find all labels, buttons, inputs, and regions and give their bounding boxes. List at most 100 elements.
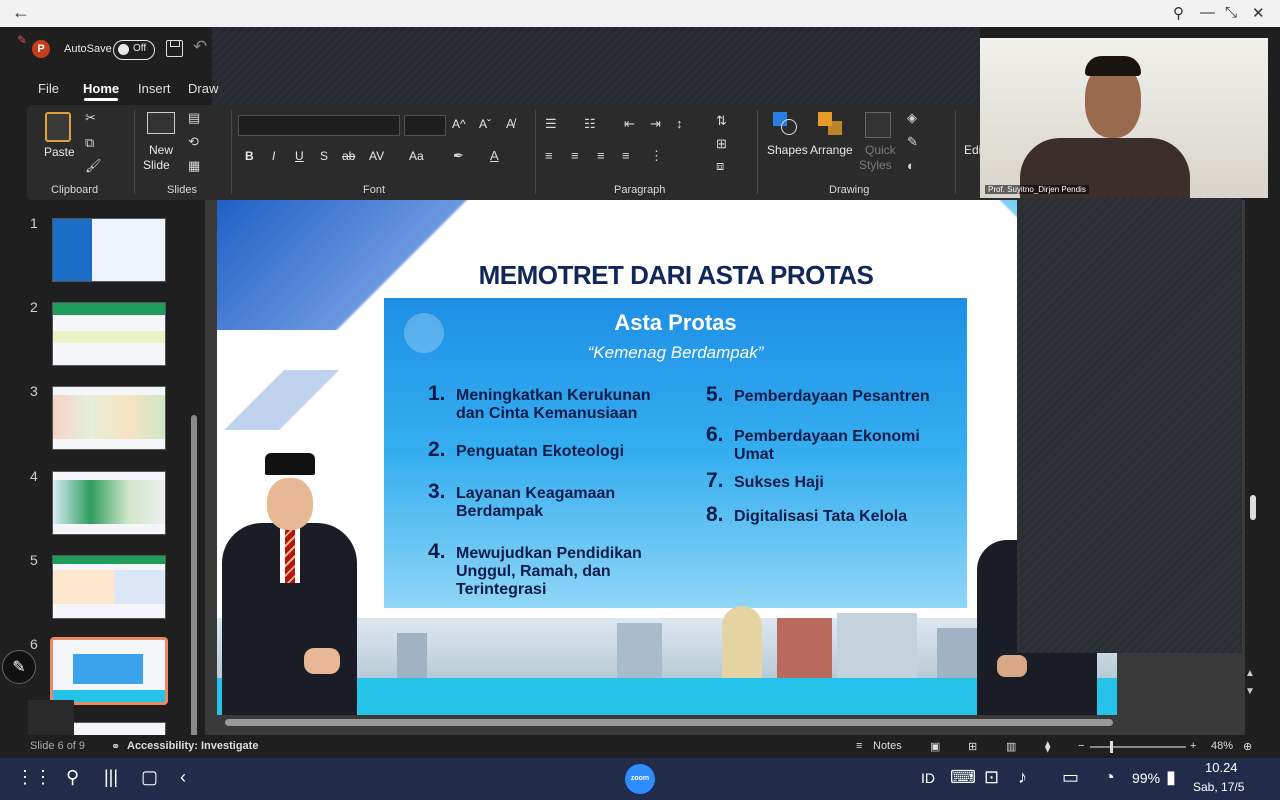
- slide-thumbnail[interactable]: [52, 471, 166, 535]
- reset-icon[interactable]: ⟲: [188, 134, 199, 150]
- grow-font-button[interactable]: A^: [452, 117, 466, 131]
- close-button[interactable]: ✕: [1252, 4, 1265, 22]
- slideshow-icon[interactable]: ⧫: [1045, 740, 1050, 753]
- zoom-in-icon[interactable]: +: [1190, 740, 1196, 752]
- italic-button[interactable]: I: [272, 149, 275, 163]
- font-color-icon[interactable]: A: [490, 148, 499, 163]
- quick-styles-button-line2[interactable]: Styles: [859, 158, 892, 172]
- paste-button[interactable]: Paste: [44, 145, 75, 159]
- tab-file[interactable]: File: [38, 81, 59, 96]
- align-left-icon[interactable]: ≡: [545, 148, 553, 163]
- justify-icon[interactable]: ≡: [622, 148, 630, 163]
- shapes-button[interactable]: Shapes: [767, 143, 808, 157]
- clear-formatting-icon[interactable]: A̸: [506, 116, 515, 131]
- font-size-select[interactable]: [404, 115, 446, 136]
- normal-view-icon[interactable]: ▣: [930, 740, 940, 753]
- align-center-icon[interactable]: ≡: [571, 148, 579, 163]
- change-case-button[interactable]: Aa: [409, 149, 424, 163]
- notes-button[interactable]: Notes: [873, 740, 902, 752]
- strikethrough-button[interactable]: ab: [342, 149, 355, 163]
- volume-icon[interactable]: ♪: [1018, 767, 1027, 788]
- apps-grid-icon[interactable]: ⋮⋮: [16, 767, 52, 788]
- tab-home[interactable]: Home: [83, 81, 119, 96]
- slide-sorter-icon[interactable]: ⊞: [968, 740, 977, 753]
- char-spacing-button[interactable]: AV: [369, 149, 384, 163]
- decrease-indent-icon[interactable]: ⇤: [624, 116, 635, 132]
- quick-styles-button[interactable]: Quick: [865, 143, 896, 157]
- screenshot-icon[interactable]: ⊡: [984, 767, 999, 788]
- notes-icon[interactable]: ≡: [856, 740, 862, 752]
- slide-thumbnail[interactable]: [52, 555, 166, 619]
- vertical-scrollbar[interactable]: [1250, 495, 1256, 520]
- new-slide-icon[interactable]: [147, 112, 175, 134]
- pin-icon[interactable]: ⚲: [1173, 4, 1184, 22]
- minimize-button[interactable]: —: [1200, 4, 1215, 21]
- cut-icon[interactable]: ✂: [85, 110, 96, 126]
- shape-fill-icon[interactable]: ◈: [907, 110, 917, 126]
- new-slide-button-line2[interactable]: Slide: [143, 158, 170, 172]
- tab-draw[interactable]: Draw: [188, 81, 218, 96]
- shrink-font-button[interactable]: Aˇ: [479, 117, 491, 131]
- slide-thumbnail[interactable]: [52, 218, 166, 282]
- autosave-toggle[interactable]: Off: [113, 40, 155, 60]
- shapes-icon[interactable]: [773, 112, 799, 136]
- slide-6[interactable]: MEMOTRET DARI ASTA PROTAS Asta Protas “K…: [217, 200, 1117, 715]
- thumbnail-scrollbar[interactable]: [191, 415, 197, 757]
- search-icon[interactable]: ⚲: [66, 767, 79, 788]
- font-family-select[interactable]: [238, 115, 400, 136]
- back-icon[interactable]: ‹: [180, 767, 186, 788]
- arrange-icon[interactable]: [818, 112, 844, 136]
- arrange-button[interactable]: Arrange: [810, 143, 853, 157]
- new-slide-button[interactable]: New: [149, 143, 173, 157]
- format-painter-icon[interactable]: 🖌: [85, 158, 102, 174]
- bold-button[interactable]: B: [245, 149, 254, 163]
- message-icon[interactable]: ▭: [1062, 767, 1079, 788]
- zoom-app-button[interactable]: zoom: [625, 764, 655, 794]
- highlight-icon[interactable]: ✒: [453, 148, 464, 164]
- undo-icon[interactable]: ↶: [193, 37, 207, 57]
- layout-icon[interactable]: ▤: [188, 110, 200, 126]
- quick-styles-icon[interactable]: [865, 112, 891, 138]
- zoom-slider[interactable]: [1090, 741, 1186, 753]
- columns-icon[interactable]: ⋮: [650, 148, 663, 164]
- section-icon[interactable]: ▦: [188, 158, 200, 174]
- underline-button[interactable]: U: [295, 149, 304, 163]
- align-right-icon[interactable]: ≡: [597, 148, 605, 163]
- line-spacing-icon[interactable]: ↕: [676, 116, 683, 131]
- pen-icon[interactable]: ✎: [2, 650, 36, 684]
- scroll-up-icon[interactable]: ▲: [1245, 668, 1255, 679]
- shape-outline-icon[interactable]: ✎: [907, 134, 918, 150]
- home-icon[interactable]: ▢: [141, 767, 158, 788]
- horizontal-scrollbar[interactable]: [225, 719, 1113, 726]
- copy-icon[interactable]: ⧉: [85, 135, 94, 151]
- tab-insert[interactable]: Insert: [138, 81, 171, 96]
- zoom-out-icon[interactable]: −: [1078, 740, 1084, 752]
- save-icon[interactable]: [166, 40, 183, 57]
- smartart-icon[interactable]: ⧈: [716, 158, 724, 174]
- numbering-icon[interactable]: ☷: [584, 116, 596, 132]
- reading-view-icon[interactable]: ▥: [1006, 740, 1016, 753]
- accessibility-icon[interactable]: ⚭: [111, 740, 120, 753]
- slide-thumbnail-selected[interactable]: [50, 637, 168, 705]
- fit-slide-icon[interactable]: ⊕: [1243, 740, 1252, 753]
- accessibility-status[interactable]: Accessibility: Investigate: [127, 740, 258, 752]
- recents-icon[interactable]: |||: [104, 767, 118, 788]
- restore-button[interactable]: ⤡: [1225, 4, 1237, 21]
- zoom-slider-thumb[interactable]: [1110, 741, 1113, 753]
- bullets-icon[interactable]: ☰: [545, 116, 557, 132]
- zoom-level[interactable]: 48%: [1211, 740, 1233, 752]
- align-text-icon[interactable]: ⊞: [716, 136, 727, 152]
- slide-thumbnail[interactable]: [52, 386, 166, 450]
- editing-button[interactable]: Edi: [964, 143, 981, 157]
- increase-indent-icon[interactable]: ⇥: [650, 116, 661, 132]
- text-direction-icon[interactable]: ⇅: [716, 113, 727, 129]
- shadow-button[interactable]: S: [320, 149, 328, 163]
- keyboard-icon[interactable]: ⌨: [950, 767, 976, 788]
- webcam-video[interactable]: Prof. Suyitno_Dirjen Pendis: [980, 38, 1268, 198]
- scroll-down-icon[interactable]: ▼: [1245, 686, 1255, 697]
- paste-icon[interactable]: [45, 112, 71, 142]
- slide-thumbnail[interactable]: [52, 302, 166, 366]
- shape-effects-icon[interactable]: ◐: [907, 158, 915, 173]
- keyboard-language[interactable]: ID: [921, 770, 935, 786]
- back-arrow-icon[interactable]: ←: [12, 2, 30, 23]
